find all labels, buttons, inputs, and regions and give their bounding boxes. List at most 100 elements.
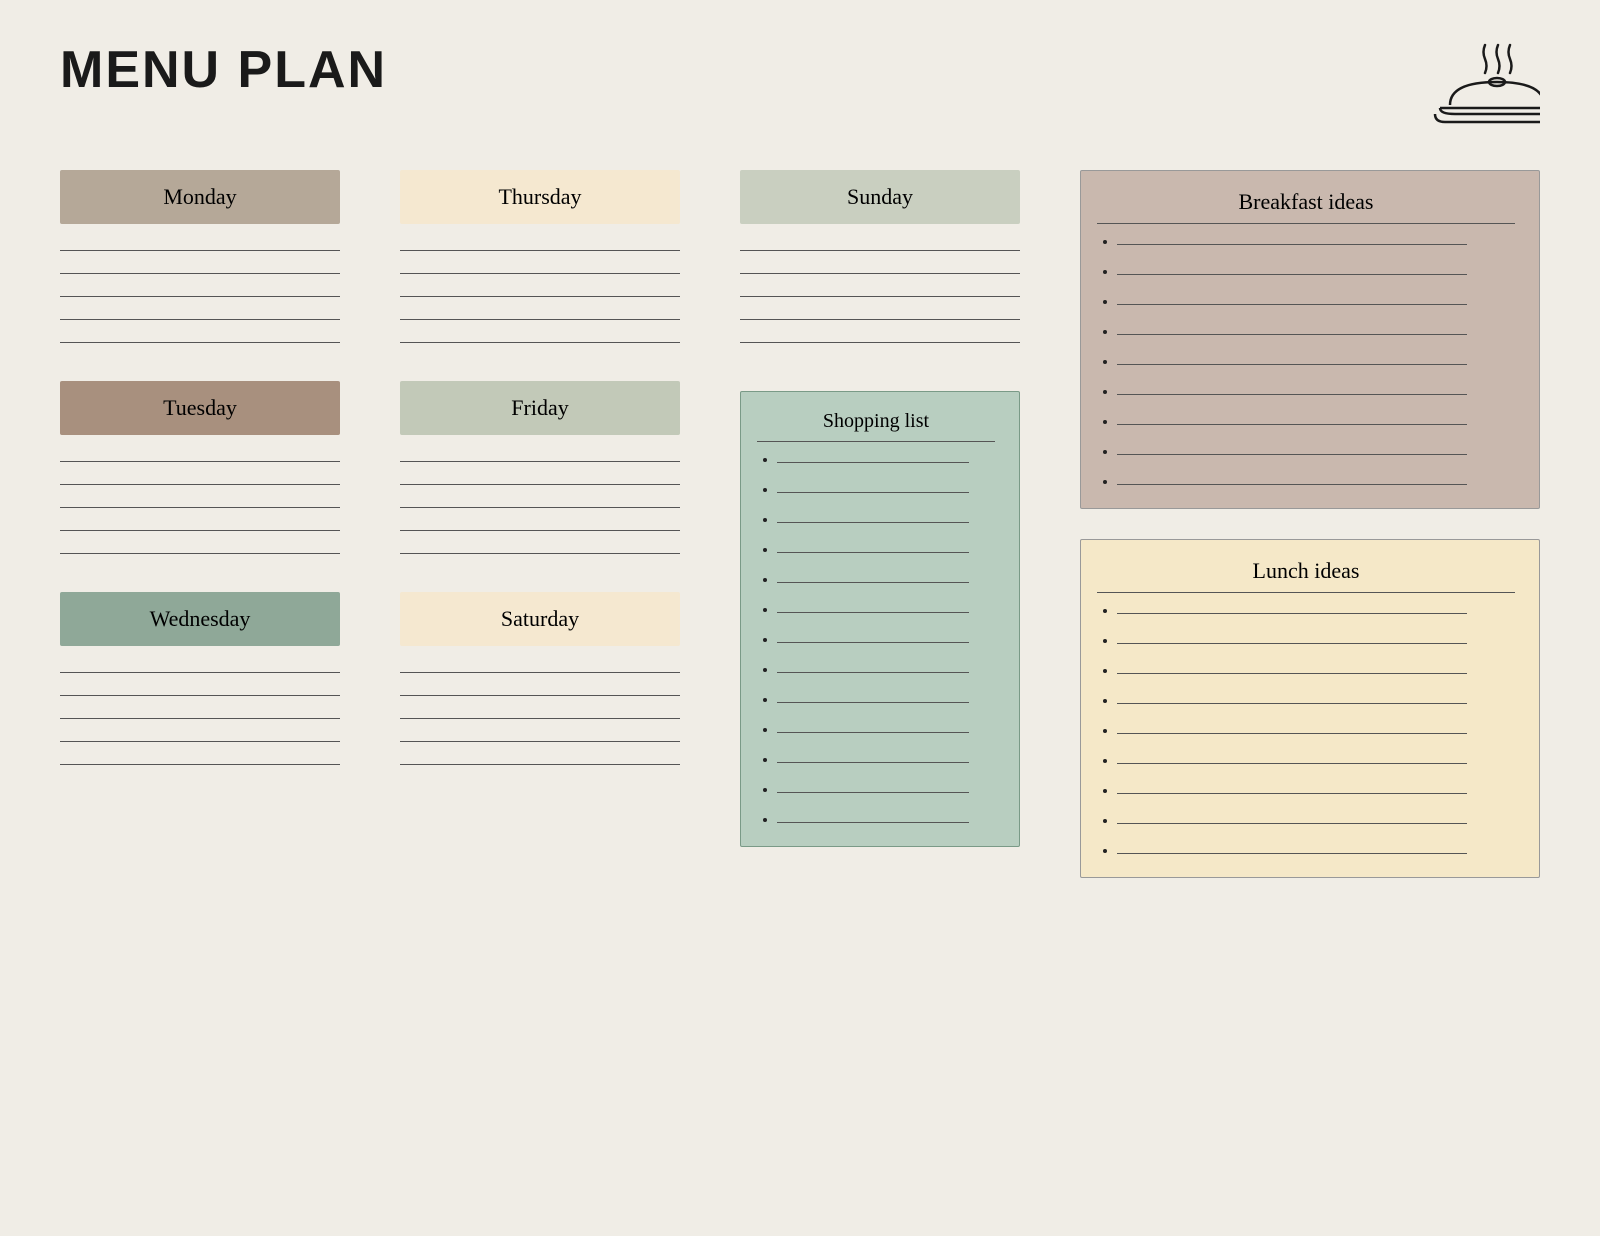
day-line	[400, 273, 680, 274]
tuesday-header: Tuesday	[60, 381, 340, 435]
list-item	[1117, 813, 1515, 829]
list-item	[1117, 384, 1515, 400]
list-item	[777, 482, 995, 498]
list-item	[777, 662, 995, 678]
day-line	[60, 764, 340, 765]
lunch-ideas-box: Lunch ideas	[1080, 539, 1540, 878]
day-line	[400, 507, 680, 508]
lunch-ideas-list	[1097, 603, 1515, 859]
wednesday-lines	[60, 664, 340, 773]
day-line	[60, 484, 340, 485]
lunch-ideas-title: Lunch ideas	[1097, 558, 1515, 593]
main-grid: Monday Tuesday Wednesday	[60, 170, 1540, 878]
day-line	[400, 484, 680, 485]
thursday-header: Thursday	[400, 170, 680, 224]
day-line	[400, 764, 680, 765]
day-line	[740, 342, 1020, 343]
day-line	[60, 507, 340, 508]
thursday-lines	[400, 242, 680, 351]
saturday-header: Saturday	[400, 592, 680, 646]
tuesday-lines	[60, 453, 340, 562]
day-line	[60, 741, 340, 742]
day-line	[60, 695, 340, 696]
day-line	[60, 250, 340, 251]
saturday-lines	[400, 664, 680, 773]
list-item	[1117, 264, 1515, 280]
day-line	[740, 296, 1020, 297]
day-line	[400, 319, 680, 320]
day-line	[740, 250, 1020, 251]
day-line	[60, 319, 340, 320]
tuesday-section: Tuesday	[60, 381, 340, 562]
thursday-section: Thursday	[400, 170, 680, 351]
day-line	[400, 695, 680, 696]
list-item	[1117, 474, 1515, 490]
list-item	[1117, 723, 1515, 739]
shopping-list-box: Shopping list	[740, 391, 1020, 847]
shopping-list-title: Shopping list	[757, 410, 995, 442]
list-item	[1117, 234, 1515, 250]
day-line	[60, 296, 340, 297]
breakfast-ideas-box: Breakfast ideas	[1080, 170, 1540, 509]
monday-lines	[60, 242, 340, 351]
sunday-section: Sunday	[740, 170, 1020, 373]
col-3: Sunday Shopping list	[740, 170, 1020, 878]
list-item	[777, 512, 995, 528]
day-line	[740, 273, 1020, 274]
col-1: Monday Tuesday Wednesday	[60, 170, 340, 878]
wednesday-section: Wednesday	[60, 592, 340, 773]
day-line	[60, 530, 340, 531]
friday-section: Friday	[400, 381, 680, 562]
day-line	[740, 319, 1020, 320]
day-line	[400, 342, 680, 343]
list-item	[777, 572, 995, 588]
list-item	[1117, 783, 1515, 799]
list-item	[777, 752, 995, 768]
list-item	[777, 632, 995, 648]
page-title: MENU PLAN	[60, 40, 387, 100]
header: MENU PLAN	[60, 40, 1540, 130]
day-line	[60, 342, 340, 343]
sunday-header: Sunday	[740, 170, 1020, 224]
day-line	[400, 672, 680, 673]
list-item	[1117, 663, 1515, 679]
day-line	[400, 718, 680, 719]
breakfast-ideas-title: Breakfast ideas	[1097, 189, 1515, 224]
day-line	[400, 296, 680, 297]
wednesday-header: Wednesday	[60, 592, 340, 646]
food-serving-icon	[1430, 40, 1540, 130]
day-line	[60, 461, 340, 462]
col-4: Breakfast ideas Lunch ideas	[1080, 170, 1540, 878]
list-item	[1117, 354, 1515, 370]
day-line	[400, 530, 680, 531]
sunday-lines	[740, 242, 1020, 351]
list-item	[1117, 693, 1515, 709]
shopping-list	[757, 452, 995, 828]
day-line	[400, 553, 680, 554]
day-line	[60, 672, 340, 673]
list-item	[1117, 444, 1515, 460]
monday-header: Monday	[60, 170, 340, 224]
day-line	[60, 718, 340, 719]
friday-header: Friday	[400, 381, 680, 435]
list-item	[1117, 843, 1515, 859]
day-line	[400, 741, 680, 742]
col-2: Thursday Friday Saturday	[400, 170, 680, 878]
list-item	[1117, 603, 1515, 619]
day-line	[60, 553, 340, 554]
list-item	[1117, 633, 1515, 649]
list-item	[777, 782, 995, 798]
monday-section: Monday	[60, 170, 340, 351]
list-item	[1117, 294, 1515, 310]
list-item	[777, 692, 995, 708]
list-item	[777, 722, 995, 738]
day-line	[400, 461, 680, 462]
saturday-section: Saturday	[400, 592, 680, 773]
day-line	[400, 250, 680, 251]
list-item	[1117, 324, 1515, 340]
list-item	[777, 542, 995, 558]
list-item	[1117, 753, 1515, 769]
list-item	[777, 812, 995, 828]
list-item	[1117, 414, 1515, 430]
list-item	[777, 602, 995, 618]
